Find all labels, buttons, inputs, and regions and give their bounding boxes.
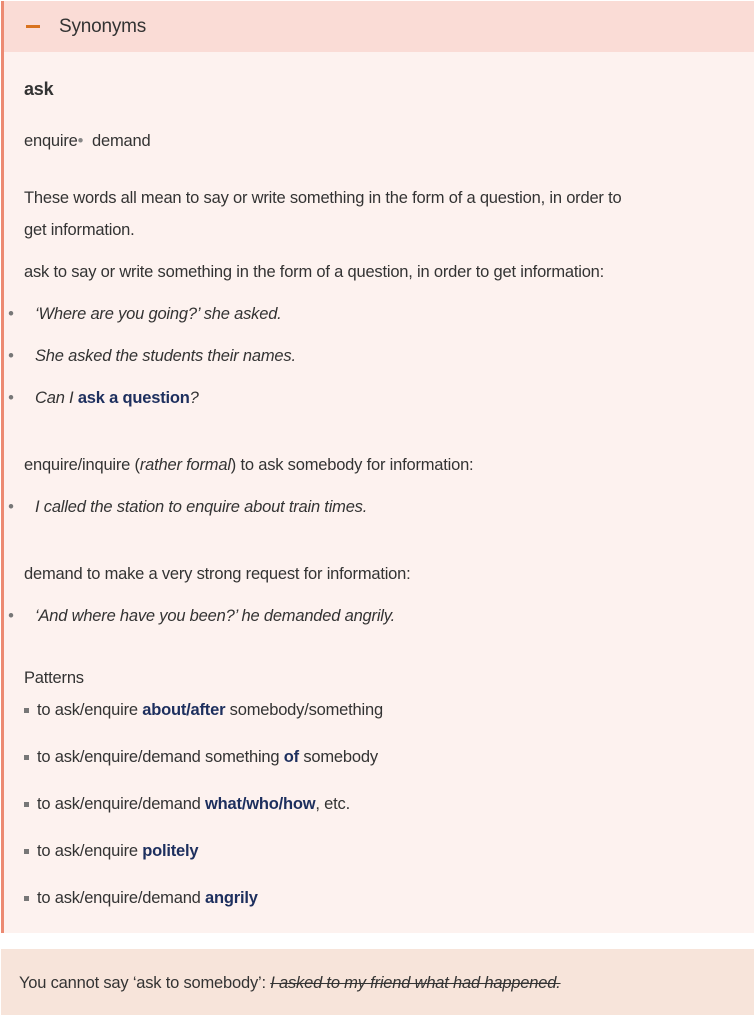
incorrect-example: I asked to my friend what had happened. (270, 974, 561, 992)
example: • Can I ask a question? (8, 389, 199, 407)
synonym: demand (92, 132, 151, 150)
example: • ‘And where have you been?’ he demanded … (8, 607, 395, 625)
patterns-title: Patterns (24, 669, 84, 687)
collapse-icon[interactable] (26, 25, 40, 28)
pattern-item: to ask/enquire about/after somebody/some… (24, 700, 383, 720)
note-text: You cannot say ‘ask to somebody’: (19, 974, 271, 992)
synonym-list: enquire• demand (24, 132, 151, 150)
example: • ‘Where are you going?’ she asked. (8, 305, 282, 323)
headword: ask (24, 79, 54, 99)
pattern-item: to ask/enquire/demand what/who/how, etc. (24, 794, 350, 814)
entry-demand: demand to make a very strong request for… (24, 565, 411, 583)
pattern-item: to ask/enquire politely (24, 841, 199, 861)
usage-note: You cannot say ‘ask to somebody’: I aske… (1, 949, 754, 1015)
example: • I called the station to enquire about t… (8, 498, 368, 516)
synonym: enquire (24, 132, 78, 150)
section-title: Synonyms (59, 15, 147, 37)
pattern-item: to ask/enquire/demand something of someb… (24, 747, 378, 767)
collocation-link[interactable]: ask a question (78, 389, 190, 407)
entry-enquire: enquire/inquire (rather formal) to ask s… (24, 456, 474, 474)
synonyms-header[interactable]: Synonyms (4, 1, 754, 52)
entry-ask: ask to say or write something in the for… (24, 263, 605, 281)
synonyms-panel: Synonyms ask enquire• demand These words… (1, 1, 754, 933)
example: • She asked the students their names. (8, 347, 296, 365)
intro-line: get information. (24, 221, 135, 239)
intro-line: These words all mean to say or write som… (24, 189, 622, 207)
pattern-item: to ask/enquire/demand angrily (24, 888, 258, 908)
